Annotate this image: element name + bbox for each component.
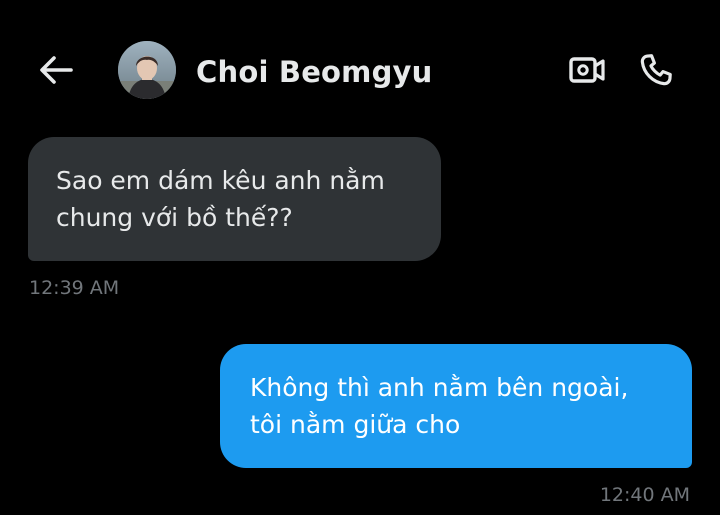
message-text-line: chung với bồ thế?? (56, 203, 293, 232)
avatar-photo (118, 41, 176, 99)
video-camera-icon (569, 57, 605, 83)
back-button[interactable] (34, 50, 78, 90)
contact-name[interactable]: Choi Beomgyu (196, 52, 433, 92)
message-text-line: Không thì anh nằm bên ngoài, (250, 373, 629, 402)
message-timestamp: 12:39 AM (29, 277, 120, 299)
message-timestamp: 12:40 AM (599, 484, 690, 506)
phone-icon (640, 54, 672, 86)
message-text-line: Sao em dám kêu anh nằm (56, 166, 385, 195)
avatar[interactable] (118, 41, 176, 99)
message-bubble-incoming[interactable]: Sao em dám kêu anh nằm chung với bồ thế?… (28, 137, 441, 261)
message-bubble-outgoing[interactable]: Không thì anh nằm bên ngoài, tôi nằm giữ… (220, 344, 692, 468)
voice-call-button[interactable] (634, 48, 678, 92)
arrow-left-icon (40, 56, 73, 84)
message-text-line: tôi nằm giữa cho (250, 410, 461, 439)
conversation-header: Choi Beomgyu (0, 0, 720, 130)
video-call-button[interactable] (566, 50, 608, 90)
